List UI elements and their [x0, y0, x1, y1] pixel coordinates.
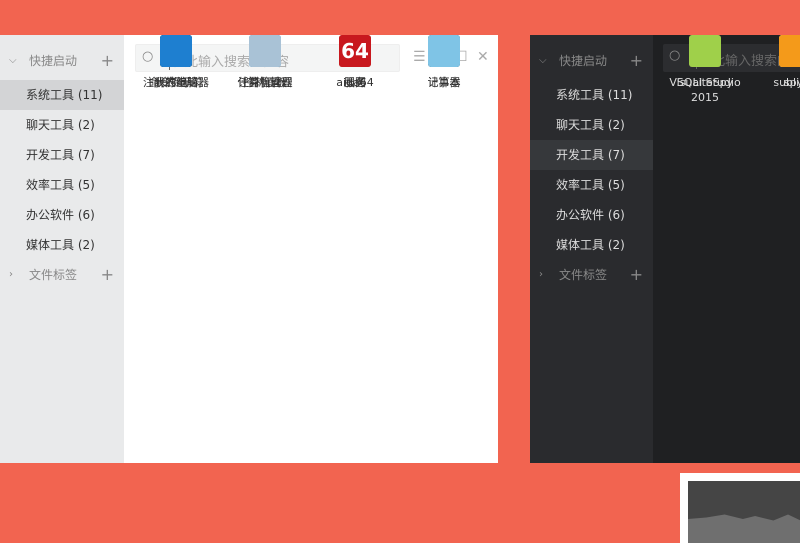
sidebar-item-efficiency[interactable]: 效率工具 (5) [0, 170, 124, 200]
app-name: 任务管理器 [237, 76, 293, 89]
sidebar-item-system[interactable]: 系统工具 (11) [530, 80, 653, 110]
app-tile[interactable]: sublime [753, 35, 800, 90]
sidebar-item-dev[interactable]: 开发工具 (7) [0, 140, 124, 170]
add-icon[interactable]: + [101, 46, 114, 76]
sidebar-item-media[interactable]: 媒体工具 (2) [530, 230, 653, 260]
app-name: 记事本 [427, 76, 461, 89]
app-icon [428, 35, 460, 67]
add-icon[interactable]: + [630, 46, 643, 76]
sidebar: ⌵ 快捷启动 + 系统工具 (11) 聊天工具 (2) 开发工具 (7) 效率工具 … [0, 35, 124, 463]
app-icon [160, 35, 192, 67]
app-icon [779, 35, 800, 67]
sidebar-item-chat[interactable]: 聊天工具 (2) [0, 110, 124, 140]
app-tile[interactable]: SQLiteSpy [663, 35, 747, 90]
sidebar-item-office[interactable]: 办公软件 (6) [530, 200, 653, 230]
section-file-tags[interactable]: › 文件标签 + [530, 260, 653, 290]
app-icon [689, 35, 721, 67]
chevron-right-icon: › [9, 269, 13, 280]
chevron-down-icon: ⌵ [9, 55, 17, 66]
sidebar-item-office[interactable]: 办公软件 (6) [0, 200, 124, 230]
app-tile[interactable]: 记事本 [402, 35, 486, 90]
sidebar-item-system[interactable]: 系统工具 (11) [0, 80, 124, 110]
chevron-down-icon: ⌵ [539, 55, 547, 66]
add-icon[interactable]: + [101, 260, 114, 290]
launcher-window-dark: ⌵ 快捷启动 + 系统工具 (11) 聊天工具 (2) 开发工具 (7) 效率工具 … [530, 35, 800, 463]
sidebar-item-chat[interactable]: 聊天工具 (2) [530, 110, 653, 140]
sidebar-item-dev[interactable]: 开发工具 (7) [530, 140, 653, 170]
add-icon[interactable]: + [630, 260, 643, 290]
section-file-tags[interactable]: › 文件标签 + [0, 260, 124, 290]
section-quick-launch[interactable]: ⌵ 快捷启动 + [0, 46, 124, 76]
chevron-right-icon: › [539, 269, 543, 280]
sidebar-item-efficiency[interactable]: 效率工具 (5) [530, 170, 653, 200]
app-icon [249, 35, 281, 67]
section-quick-launch[interactable]: ⌵ 快捷启动 + [530, 46, 653, 76]
app-icon: 64 [339, 35, 371, 67]
launcher-window-light: ⌵ 快捷启动 + 系统工具 (11) 聊天工具 (2) 开发工具 (7) 效率工具 … [0, 35, 498, 463]
app-name: 注册表编辑器 [143, 76, 209, 89]
app-name: sublime [773, 76, 800, 89]
sidebar: ⌵ 快捷启动 + 系统工具 (11) 聊天工具 (2) 开发工具 (7) 效率工具 … [530, 35, 653, 463]
app-tile[interactable]: 64 aida64 [313, 35, 397, 90]
app-name: aida64 [336, 76, 374, 89]
app-tile[interactable]: 注册表编辑器 [134, 35, 218, 90]
app-tile[interactable]: 任务管理器 [223, 35, 307, 90]
sidebar-item-media[interactable]: 媒体工具 (2) [0, 230, 124, 260]
app-name: SQLiteSpy [676, 76, 734, 89]
